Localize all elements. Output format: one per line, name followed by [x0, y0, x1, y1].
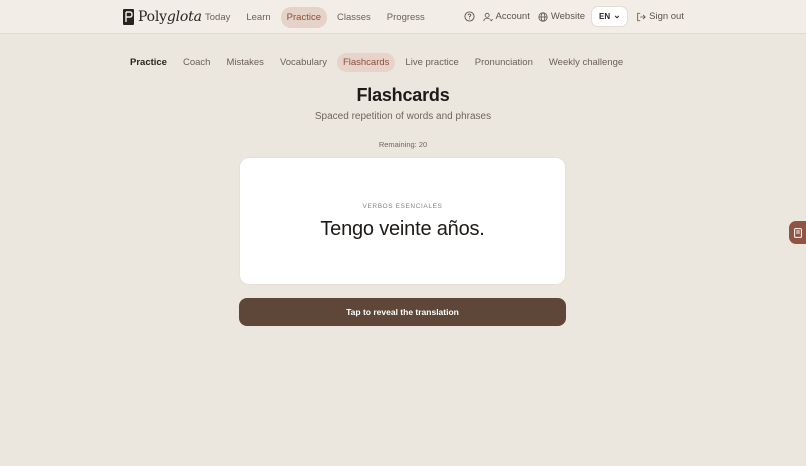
- language-select[interactable]: EN: [591, 6, 629, 27]
- deck-name: VERBOS ESENCIALES: [362, 203, 443, 210]
- page-title: Flashcards: [356, 85, 450, 105]
- subnav-mistakes[interactable]: Mistakes: [220, 53, 269, 72]
- website-link[interactable]: Website: [538, 11, 585, 22]
- side-flashcard-tab[interactable]: [789, 221, 806, 244]
- flashcard-icon: [793, 227, 802, 238]
- help-button[interactable]: [463, 11, 475, 22]
- signout-icon: [637, 12, 646, 21]
- subnav-pronunciation[interactable]: Pronunciation: [469, 53, 539, 72]
- reveal-translation-button[interactable]: Tap to reveal the translation: [239, 298, 566, 326]
- subnav-practice[interactable]: Practice: [124, 53, 173, 72]
- brand-logo[interactable]: Polyglota: [123, 7, 202, 27]
- brand-name: Polyglota: [138, 9, 202, 25]
- card-phrase: Tengo veinte años.: [320, 218, 485, 240]
- main-nav: Today Learn Practice Classes Progress: [199, 7, 435, 28]
- chevron-down-icon: [614, 15, 620, 18]
- language-value: EN: [599, 12, 611, 21]
- flashcard[interactable]: VERBOS ESENCIALES Tengo veinte años.: [239, 157, 566, 285]
- subnav-vocabulary[interactable]: Vocabulary: [274, 53, 333, 72]
- nav-learn[interactable]: Learn: [240, 7, 276, 28]
- nav-classes[interactable]: Classes: [331, 7, 377, 28]
- signout-label: Sign out: [649, 11, 684, 22]
- subnav-flashcards[interactable]: Flashcards: [336, 53, 396, 72]
- logo-mark-icon: [123, 9, 134, 25]
- header-tools: Account Website EN Sign out: [456, 6, 684, 27]
- website-label: Website: [550, 11, 585, 22]
- account-label: Account: [495, 11, 530, 22]
- practice-subnav: Practice Coach Mistakes Vocabulary Flash…: [124, 53, 633, 72]
- nav-progress[interactable]: Progress: [381, 7, 431, 28]
- account-icon: [482, 12, 493, 21]
- globe-icon: [538, 11, 548, 22]
- account-link[interactable]: Account: [482, 11, 530, 22]
- remaining-count: Remaining: 20: [378, 140, 428, 149]
- signout-link[interactable]: Sign out: [636, 11, 684, 22]
- nav-today[interactable]: Today: [199, 7, 236, 28]
- subnav-coach[interactable]: Coach: [177, 53, 216, 72]
- page-subtitle: Spaced repetition of words and phrases: [314, 111, 492, 122]
- nav-practice[interactable]: Practice: [280, 7, 327, 28]
- help-icon: [463, 11, 475, 22]
- subnav-weekly-challenge[interactable]: Weekly challenge: [543, 53, 629, 72]
- top-bar: Polyglota Today Learn Practice Classes P…: [0, 0, 806, 34]
- page-heading: Flashcards Spaced repetition of words an…: [0, 85, 806, 122]
- subnav-live-practice[interactable]: Live practice: [399, 53, 464, 72]
